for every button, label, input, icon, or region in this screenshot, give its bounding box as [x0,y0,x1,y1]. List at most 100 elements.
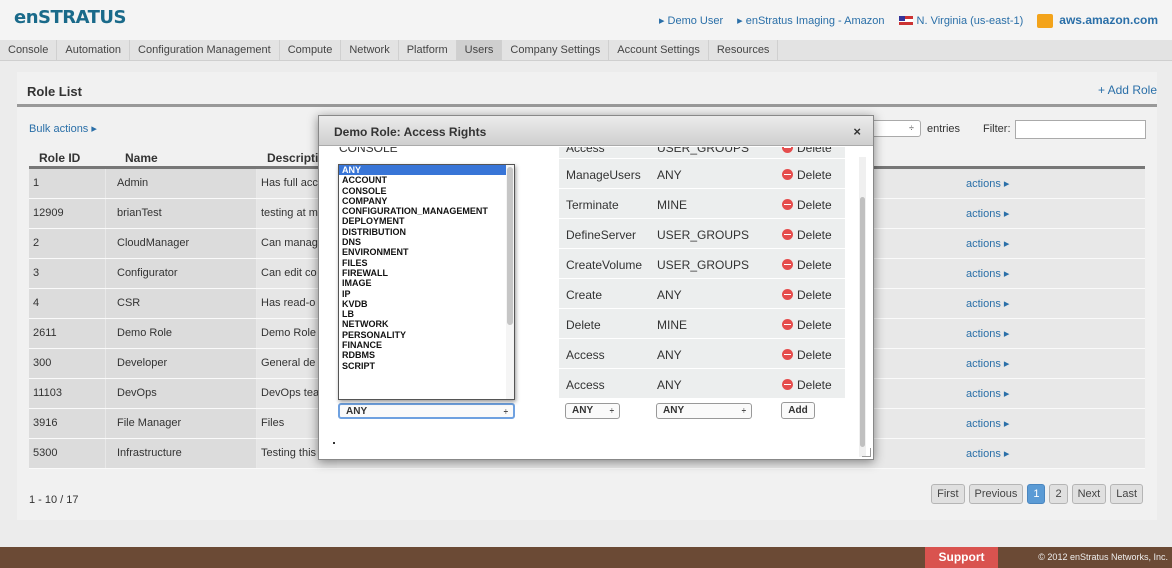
action-select[interactable]: ANY ÷ [565,403,620,419]
account-link[interactable]: ▸ enStratus Imaging - Amazon [737,14,884,27]
nav-network[interactable]: Network [341,40,399,60]
actions-link[interactable]: actions ▸ [966,447,1009,460]
resource-dropdown-list[interactable]: ANY ACCOUNT CONSOLE COMPANY CONFIGURATION_MA… [338,164,515,400]
role-name-cell: Infrastructure [106,439,256,468]
rights-row: CreateVolume USER_GROUPS Delete [559,249,845,279]
actions-link[interactable]: actions ▸ [966,417,1009,430]
rights-row: Access ANY Delete [559,339,845,369]
dropdown-option[interactable]: DEPLOYMENT [339,216,514,226]
dropdown-option[interactable]: DNS [339,237,514,247]
dropdown-option[interactable]: ACCOUNT [339,175,514,185]
actions-link[interactable]: actions ▸ [966,267,1009,280]
nav-compute[interactable]: Compute [280,40,342,60]
role-id-cell: 11103 [29,379,105,408]
support-button[interactable]: Support [925,547,998,568]
delete-icon [782,147,793,153]
role-name-cell: Developer [106,349,256,378]
actions-link[interactable]: actions ▸ [966,177,1009,190]
nav-console[interactable]: Console [0,40,58,60]
actions-link[interactable]: actions ▸ [966,297,1009,310]
dropdown-option[interactable]: COMPANY [339,196,514,206]
close-icon[interactable]: × [853,124,861,139]
col-description[interactable]: Descriptio [267,151,326,165]
col-name[interactable]: Name [125,151,158,165]
actions-link[interactable]: actions ▸ [966,237,1009,250]
delete-link[interactable]: Delete [782,378,832,392]
add-role-link[interactable]: + Add Role [1098,83,1157,97]
dropdown-option[interactable]: DISTRIBUTION [339,227,514,237]
resource-select[interactable]: ANY ÷ [338,403,515,419]
resize-handle-icon[interactable] [862,448,871,457]
dropdown-option[interactable]: SCRIPT [339,361,514,371]
delete-link[interactable]: Delete [782,348,832,362]
dropdown-option[interactable]: PERSONALITY [339,330,514,340]
right-type: ANY [657,378,682,392]
col-role-id[interactable]: Role ID [39,151,80,165]
dropdown-option[interactable]: IMAGE [339,278,514,288]
page-2-button[interactable]: 2 [1049,484,1068,504]
role-id-cell: 300 [29,349,105,378]
dropdown-option[interactable]: ANY [339,165,514,176]
rights-row: ManageUsers ANY Delete [559,159,845,189]
dropdown-option[interactable]: FIREWALL [339,268,514,278]
delete-icon [782,199,793,210]
nav-platform[interactable]: Platform [399,40,457,60]
delete-link[interactable]: Delete [782,258,832,272]
right-action: Terminate [566,198,619,212]
type-select[interactable]: ANY ÷ [656,403,752,419]
page-1-button[interactable]: 1 [1027,484,1046,504]
right-action: Access [566,348,605,362]
delete-link[interactable]: Delete [782,318,832,332]
dropdown-option[interactable]: KVDB [339,299,514,309]
delete-link[interactable]: Delete [782,168,832,182]
entries-control: ÷ entries [869,120,960,137]
add-button[interactable]: Add [781,402,815,419]
nav-users[interactable]: Users [456,40,503,60]
nav-company-settings[interactable]: Company Settings [502,40,610,60]
footer: Support © 2012 enStratus Networks, Inc. [0,547,1172,568]
bulk-actions-link[interactable]: Bulk actions ▸ [29,122,97,135]
delete-link[interactable]: Delete [782,198,832,212]
next-page-button[interactable]: Next [1071,484,1107,504]
actions-link[interactable]: actions ▸ [966,357,1009,370]
first-page-button[interactable]: First [931,484,965,504]
previous-page-button[interactable]: Previous [968,484,1024,504]
pager-info: 1 - 10 / 17 [29,494,79,506]
delete-link[interactable]: Delete [782,228,832,242]
dropdown-scrollbar-thumb[interactable] [507,167,513,325]
actions-link[interactable]: actions ▸ [966,327,1009,340]
user-link[interactable]: ▸ Demo User [659,14,723,27]
delete-icon [782,289,793,300]
dropdown-option[interactable]: RDBMS [339,350,514,360]
delete-link[interactable]: Delete [782,147,832,155]
dropdown-option[interactable]: ENVIRONMENT [339,247,514,257]
dropdown-option[interactable]: IP [339,289,514,299]
dropdown-option[interactable]: CONFIGURATION_MANAGEMENT [339,206,514,216]
actions-link[interactable]: actions ▸ [966,207,1009,220]
role-name-cell: File Manager [106,409,256,438]
last-page-button[interactable]: Last [1110,484,1143,504]
dropdown-option[interactable]: LB [339,309,514,319]
dropdown-option[interactable]: NETWORK [339,319,514,329]
right-type: MINE [657,318,687,332]
cloud-selector[interactable]: aws.amazon.com [1037,13,1158,29]
role-name-cell: Demo Role [106,319,256,348]
dropdown-option[interactable]: CONSOLE [339,186,514,196]
right-type: ANY [657,168,682,182]
delete-link[interactable]: Delete [782,288,832,302]
dialog-scrollbar-thumb[interactable] [860,197,865,447]
nav-account-settings[interactable]: Account Settings [609,40,709,60]
region-selector[interactable]: N. Virginia (us-east-1) [898,15,1023,27]
nav-automation[interactable]: Automation [57,40,131,60]
dropdown-option[interactable]: FINANCE [339,340,514,350]
delete-icon [782,349,793,360]
actions-link[interactable]: actions ▸ [966,387,1009,400]
dropdown-option[interactable]: FILES [339,258,514,268]
filter-input[interactable] [1015,120,1146,139]
rights-row: DefineServer USER_GROUPS Delete [559,219,845,249]
nav-resources[interactable]: Resources [709,40,779,60]
entries-select[interactable]: ÷ [869,120,921,137]
nav-configuration-management[interactable]: Configuration Management [130,40,280,60]
role-id-cell: 1 [29,169,105,198]
rights-row: Access ANY Delete [559,369,845,399]
